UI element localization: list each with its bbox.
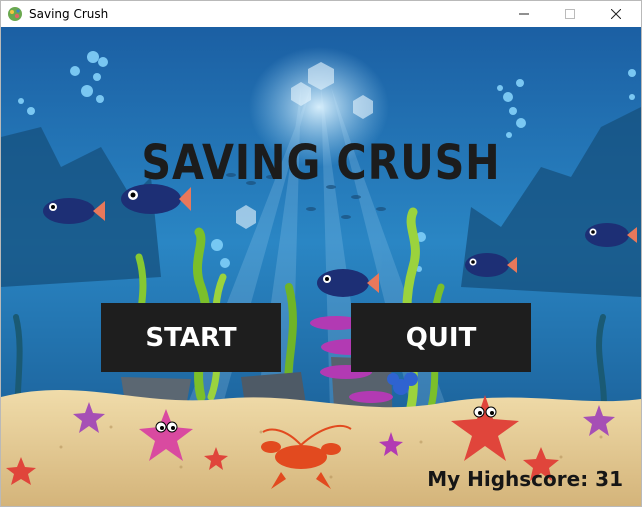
maximize-icon xyxy=(565,9,575,19)
app-window: Saving Crush SAVING CRUSH START QUIT My … xyxy=(0,0,642,507)
highscore-label: My Highscore: 31 xyxy=(427,467,623,491)
app-logo-icon xyxy=(8,7,22,21)
minimize-button[interactable] xyxy=(501,1,547,27)
quit-button[interactable]: QUIT xyxy=(351,303,531,372)
maximize-button[interactable] xyxy=(547,1,593,27)
game-title: SAVING CRUSH xyxy=(141,135,501,191)
game-scene: SAVING CRUSH START QUIT My Highscore: 31 xyxy=(1,27,641,506)
minimize-icon xyxy=(519,13,529,15)
title-bar[interactable]: Saving Crush xyxy=(1,1,641,27)
start-button[interactable]: START xyxy=(101,303,281,372)
close-icon xyxy=(611,9,621,19)
close-button[interactable] xyxy=(593,1,639,27)
underwater-background xyxy=(1,27,641,506)
window-title: Saving Crush xyxy=(29,7,109,21)
